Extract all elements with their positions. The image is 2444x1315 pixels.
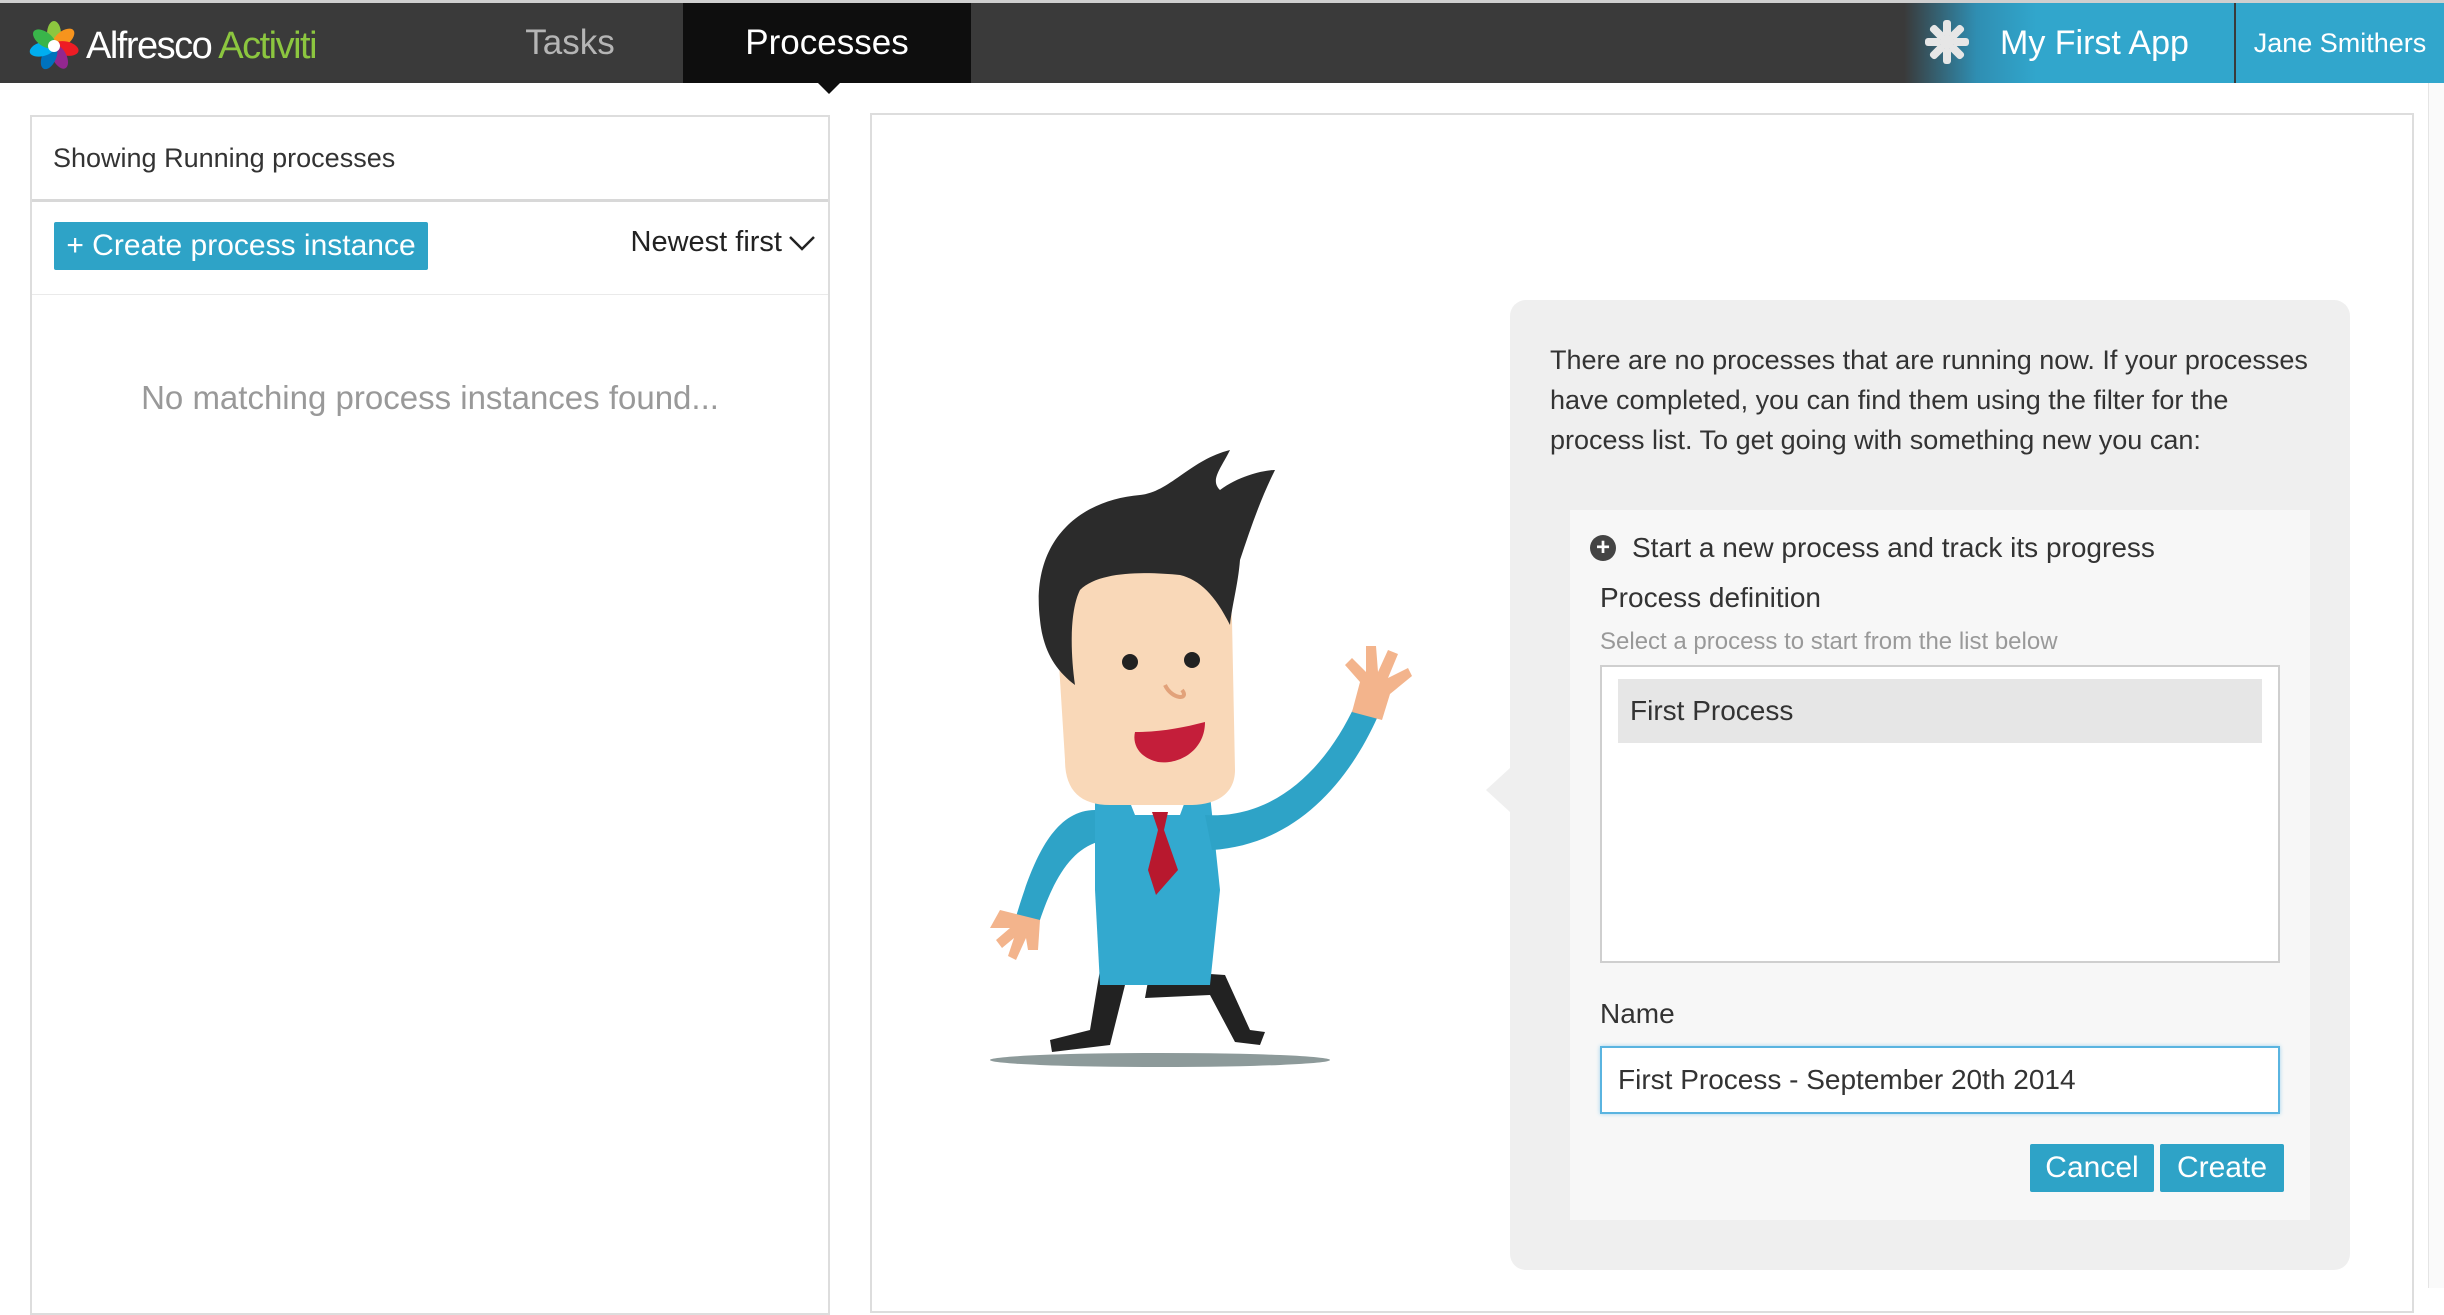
empty-list-message: No matching process instances found... xyxy=(141,379,719,416)
process-list-panel: Showing Running processes + Create proce… xyxy=(30,115,830,1315)
process-definition-item[interactable]: First Process xyxy=(1618,679,2262,743)
app-logo[interactable]: Alfresco Activiti xyxy=(28,19,318,73)
process-name-input[interactable] xyxy=(1600,1046,2280,1114)
start-process-form: + Start a new process and track its prog… xyxy=(1570,510,2310,1220)
start-process-title: + Start a new process and track its prog… xyxy=(1590,532,2155,564)
start-process-title-text: Start a new process and track its progre… xyxy=(1632,532,2155,563)
sort-dropdown[interactable]: Newest first xyxy=(631,226,816,259)
active-tab-caret xyxy=(815,80,843,94)
speech-bubble-pointer xyxy=(1486,768,1510,812)
process-definition-hint: Select a process to start from the list … xyxy=(1600,628,2058,655)
process-filter-title: Showing Running processes xyxy=(32,117,828,202)
empty-state-intro-text: There are no processes that are running … xyxy=(1550,345,2308,455)
tab-processes[interactable]: Processes xyxy=(683,3,971,83)
top-navigation-bar: Alfresco Activiti Tasks Processes My Fir… xyxy=(0,0,2444,83)
logo-text-alfresco: Alfresco xyxy=(86,24,213,67)
alfresco-logo-icon xyxy=(29,21,79,70)
create-button[interactable]: Create xyxy=(2160,1144,2284,1192)
page-scrollbar[interactable] xyxy=(2428,83,2444,1288)
plus-circle-icon: + xyxy=(1590,535,1616,561)
logo-wordmark: Alfresco Activiti xyxy=(86,24,318,68)
current-app-badge[interactable]: My First App xyxy=(1904,3,2234,83)
logo-text-activiti: Activiti xyxy=(218,24,317,67)
process-name-label: Name xyxy=(1600,998,1675,1029)
process-definition-label: Process definition xyxy=(1600,582,1822,613)
cancel-button[interactable]: Cancel xyxy=(2030,1144,2154,1192)
create-process-instance-button[interactable]: + Create process instance xyxy=(54,222,428,270)
user-menu[interactable]: Jane Smithers xyxy=(2236,3,2444,83)
process-definition-list[interactable]: First Process xyxy=(1600,665,2280,963)
mascot-illustration xyxy=(990,450,1412,1067)
app-name: My First App xyxy=(2000,24,2189,62)
tab-tasks[interactable]: Tasks xyxy=(480,3,660,83)
sort-label: Newest first xyxy=(630,226,782,258)
chevron-down-icon xyxy=(789,235,815,251)
empty-state-help-bubble: There are no processes that are running … xyxy=(1510,300,2350,1270)
process-list-toolbar: + Create process instance Newest first xyxy=(32,202,828,295)
app-asterisk-icon xyxy=(1925,20,1969,64)
